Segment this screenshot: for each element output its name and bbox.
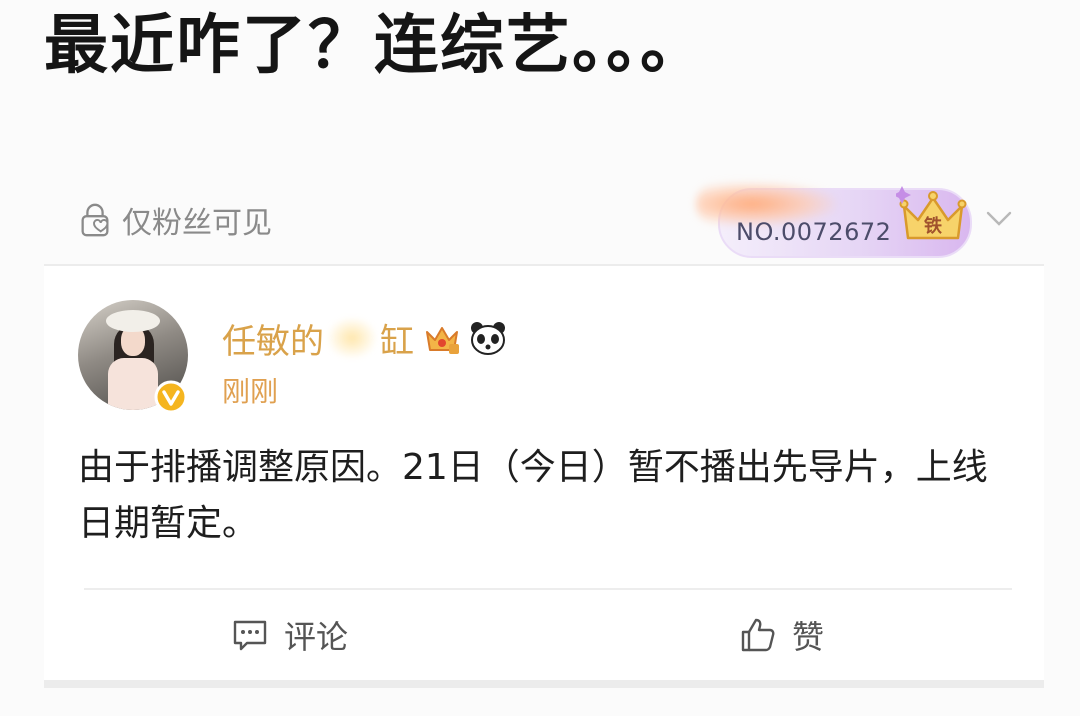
- actions-divider: [84, 588, 1012, 590]
- post-timestamp: 刚刚: [222, 375, 279, 408]
- post-text: 由于排播调整原因。21日（今日）暂不播出先导片，上线日期暂定。: [78, 447, 988, 544]
- comment-icon: [233, 620, 267, 651]
- fan-number: NO.0072672: [736, 218, 892, 246]
- fan-level-label: 铁: [924, 215, 942, 237]
- author-name-suffix: 缸: [380, 321, 414, 362]
- comment-label: 评论: [284, 618, 349, 656]
- post-author[interactable]: 任敏的 缸: [222, 312, 508, 364]
- author-name-prefix: 任敏的: [222, 321, 324, 362]
- like-button[interactable]: 赞: [738, 610, 824, 660]
- visibility-label: 仅粉丝可见: [122, 206, 272, 241]
- headline: 最近咋了？连综艺。。。: [44, 9, 706, 83]
- panda-icon: [471, 322, 505, 355]
- fans-only-visibility: 仅粉丝可见: [76, 198, 272, 242]
- verified-badge-icon: [154, 380, 188, 414]
- author-name-blurred: [328, 318, 376, 358]
- fan-badge[interactable]: NO.0072672 铁: [696, 178, 972, 264]
- like-label: 赞: [792, 618, 825, 656]
- thumbs-up-icon: [741, 618, 775, 652]
- crown-icon: 铁: [896, 186, 967, 240]
- member-crown-icon: [426, 327, 459, 354]
- comment-button[interactable]: 评论: [230, 610, 348, 660]
- lock-heart-icon: [81, 203, 109, 237]
- avatar-hat: [106, 310, 160, 332]
- chevron-down-icon[interactable]: [982, 204, 1016, 232]
- avatar-dress: [108, 358, 158, 410]
- bottom-separator: [44, 680, 1044, 688]
